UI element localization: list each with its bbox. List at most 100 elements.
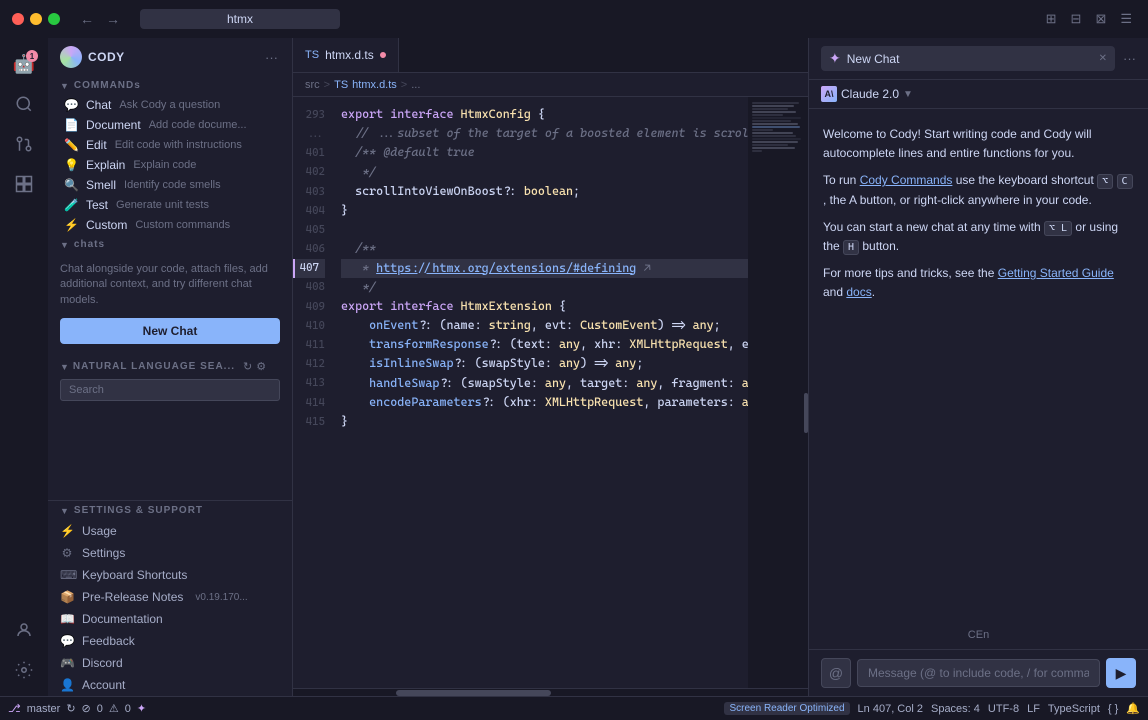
layout-icon[interactable]: ⊞ <box>1042 9 1061 29</box>
settings-nl-icon[interactable]: ⚙ <box>256 360 266 373</box>
sync-icon[interactable]: ↻ <box>66 702 75 715</box>
refresh-icon[interactable]: ↻ <box>243 360 252 373</box>
code-line: export interface HtmxConfig { <box>341 105 748 124</box>
command-chat[interactable]: 💬 Chat Ask Cody a question <box>48 95 292 115</box>
cody-activity-icon[interactable]: 🤖 1 <box>6 46 42 82</box>
code-content: export interface HtmxConfig { // ...subs… <box>333 97 748 439</box>
settings-label: SETTINGS & SUPPORT <box>74 505 203 516</box>
keyboard-icon: ⌨ <box>60 568 74 582</box>
gear-small-icon: ⚙ <box>60 546 74 560</box>
command-test[interactable]: 🧪 Test Generate unit tests <box>48 195 292 215</box>
code-editor[interactable]: 293 ... 401 402 403 404 405 406 407 408 … <box>293 97 748 688</box>
minimap-scrollbar[interactable] <box>804 393 808 433</box>
git-branch-icon[interactable]: ⎇ <box>8 702 21 715</box>
chat-message-input[interactable] <box>857 659 1100 687</box>
errors-count: 0 <box>97 703 103 715</box>
getting-started-guide-link[interactable]: Getting Started Guide <box>998 266 1114 280</box>
code-line: onEvent?: (name: string, evt: CustomEven… <box>341 316 748 335</box>
back-button[interactable]: ← <box>76 9 98 29</box>
tab-modified-indicator <box>380 52 386 58</box>
code-line: isInlineSwap?: (swapStyle: any) => any; <box>341 354 748 373</box>
cody-title: CODY <box>88 50 257 64</box>
extensions-icon[interactable] <box>6 166 42 202</box>
activity-bar: 🤖 1 <box>0 38 48 696</box>
settings-feedback[interactable]: 💬 Feedback <box>48 630 292 652</box>
settings-docs-label: Documentation <box>82 612 163 626</box>
minimize-button[interactable] <box>30 13 42 25</box>
prerelease-icon: 📦 <box>60 590 74 604</box>
git-branch-label[interactable]: master <box>27 703 61 715</box>
command-explain[interactable]: 💡 Explain Explain code <box>48 155 292 175</box>
command-document[interactable]: 📄 Document Add code docume... <box>48 115 292 135</box>
settings-docs[interactable]: 📖 Documentation <box>48 608 292 630</box>
cody-avatar <box>60 46 82 68</box>
nl-chevron-icon: ▼ <box>60 362 69 372</box>
settings-usage[interactable]: ⚡ Usage <box>48 520 292 542</box>
maximize-button[interactable] <box>48 13 60 25</box>
forward-button[interactable]: → <box>102 9 124 29</box>
nl-search-input[interactable] <box>60 379 280 401</box>
code-lines: 293 ... 401 402 403 404 405 406 407 408 … <box>293 97 748 439</box>
format-icon[interactable]: { } <box>1108 703 1118 715</box>
editor-content: 293 ... 401 402 403 404 405 406 407 408 … <box>293 97 808 688</box>
command-custom[interactable]: ⚡ Custom Custom commands <box>48 215 292 235</box>
settings-usage-label: Usage <box>82 524 117 538</box>
feedback-icon: 💬 <box>60 634 74 648</box>
cursor-position[interactable]: Ln 407, Col 2 <box>858 703 923 715</box>
new-chat-button[interactable]: New Chat <box>60 318 280 344</box>
settings-gear-icon[interactable] <box>6 652 42 688</box>
discord-icon: 🎮 <box>60 656 74 670</box>
command-smell[interactable]: 🔍 Smell Identify code smells <box>48 175 292 195</box>
code-line: scrollIntoViewOnBoost?: boolean; <box>341 182 748 201</box>
eol-indicator[interactable]: LF <box>1027 703 1040 715</box>
settings-discord[interactable]: 🎮 Discord <box>48 652 292 674</box>
editor-tab[interactable]: TS htmx.d.ts <box>293 38 399 72</box>
search-activity-icon[interactable] <box>6 86 42 122</box>
settings-feedback-label: Feedback <box>82 634 135 648</box>
chats-description: Chat alongside your code, attach files, … <box>60 262 280 308</box>
settings-prerelease[interactable]: 📦 Pre-Release Notes v0.19.170... <box>48 586 292 608</box>
nl-section-header[interactable]: ▼ NATURAL LANGUAGE SEA... ↻ ⚙ <box>60 360 280 373</box>
cody-commands-link[interactable]: Cody Commands <box>860 173 953 187</box>
settings-icon[interactable]: ☰ <box>1116 9 1136 29</box>
chat-tab-title: New Chat <box>847 52 900 66</box>
commands-section-header[interactable]: ▼ COMMANDs <box>48 76 292 95</box>
errors-icon: ⊘ <box>82 702 91 715</box>
settings-settings[interactable]: ⚙ Settings <box>48 542 292 564</box>
spaces-indicator[interactable]: Spaces: 4 <box>931 703 980 715</box>
sidebar-more-button[interactable]: ··· <box>263 48 280 67</box>
notifications-icon[interactable]: 🔔 <box>1126 702 1140 715</box>
language-indicator[interactable]: TypeScript <box>1048 703 1100 715</box>
encoding-indicator[interactable]: UTF-8 <box>988 703 1019 715</box>
chat-more-button[interactable]: ··· <box>1123 51 1136 66</box>
settings-account[interactable]: 👤 Account <box>48 674 292 696</box>
chat-submit-button[interactable]: ▶ <box>1106 658 1136 688</box>
settings-keyboard[interactable]: ⌨ Keyboard Shortcuts <box>48 564 292 586</box>
close-button[interactable] <box>12 13 24 25</box>
model-selector[interactable]: A\ Claude 2.0 ▼ <box>809 80 1148 109</box>
panel-icon[interactable]: ⊠ <box>1091 9 1110 29</box>
docs-link[interactable]: docs <box>846 285 871 299</box>
settings-section-header[interactable]: ▼ SETTINGS & SUPPORT <box>48 501 292 520</box>
chat-tab[interactable]: ✦ New Chat ✕ <box>821 46 1115 71</box>
scrollbar-thumb[interactable] <box>396 690 551 696</box>
nl-search-section: ▼ NATURAL LANGUAGE SEA... ↻ ⚙ <box>48 352 292 409</box>
ai-status-icon[interactable]: ✦ <box>137 702 146 715</box>
at-mention-button[interactable]: @ <box>821 658 851 688</box>
settings-keyboard-label: Keyboard Shortcuts <box>82 568 187 582</box>
horizontal-scrollbar[interactable] <box>293 688 808 696</box>
chat-tab-close-button[interactable]: ✕ <box>1099 53 1107 64</box>
chats-section-header[interactable]: ▼ chats <box>48 235 292 254</box>
warnings-count: 0 <box>125 703 131 715</box>
explain-icon: 💡 <box>64 158 78 172</box>
command-edit[interactable]: ✏️ Edit Edit code with instructions <box>48 135 292 155</box>
cen-label: CEn <box>968 629 989 641</box>
cody-sidebar: CODY ··· ▼ COMMANDs 💬 Chat Ask Cody a qu… <box>48 38 293 696</box>
line-numbers: 293 ... 401 402 403 404 405 406 407 408 … <box>293 97 333 439</box>
tab-filename: htmx.d.ts <box>325 48 374 62</box>
chat-message-1: Welcome to Cody! Start writing code and … <box>823 125 1134 163</box>
title-search-input[interactable] <box>140 9 340 29</box>
split-icon[interactable]: ⊟ <box>1067 9 1086 29</box>
avatar-icon[interactable] <box>6 612 42 648</box>
source-control-icon[interactable] <box>6 126 42 162</box>
